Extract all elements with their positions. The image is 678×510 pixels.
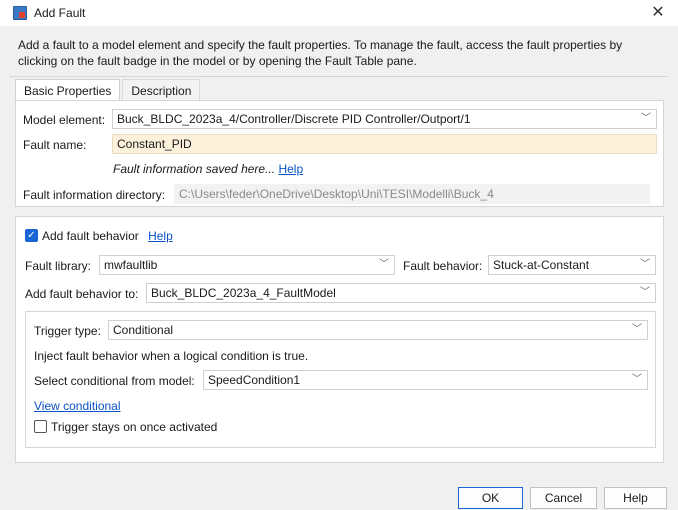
behavior-help-link[interactable]: Help [148, 229, 173, 243]
trigger-panel: Trigger type: Conditional ﹀ Inject fault… [25, 311, 656, 448]
tab-bar: Basic Properties Description [15, 79, 201, 101]
basic-properties-panel: Model element: Buck_BLDC_2023a_4/Control… [15, 100, 664, 207]
model-element-value: Buck_BLDC_2023a_4/Controller/Discrete PI… [117, 112, 471, 126]
trigger-stays-on-checkbox[interactable] [34, 420, 47, 433]
model-element-label: Model element: [23, 113, 106, 127]
chevron-down-icon: ﹀ [379, 259, 389, 270]
add-behavior-to-dropdown[interactable]: Buck_BLDC_2023a_4_FaultModel ﹀ [146, 283, 656, 303]
add-fault-behavior-label: Add fault behavior [42, 229, 139, 243]
tab-description[interactable]: Description [122, 79, 201, 101]
fault-behavior-label: Fault behavior: [403, 259, 483, 273]
add-behavior-to-label: Add fault behavior to: [25, 287, 139, 301]
cancel-button[interactable]: Cancel [530, 487, 597, 509]
fault-behavior-panel: ✓ Add fault behavior Help Fault library:… [15, 216, 664, 463]
inject-fault-text: Inject fault behavior when a logical con… [34, 349, 309, 363]
fault-behavior-value: Stuck-at-Constant [493, 258, 590, 272]
fault-name-label: Fault name: [23, 138, 87, 152]
fault-info-saved-row: Fault information saved here... Help [113, 162, 303, 176]
help-link[interactable]: Help [278, 162, 303, 176]
trigger-type-label: Trigger type: [34, 324, 101, 338]
help-button[interactable]: Help [604, 487, 667, 509]
chevron-down-icon: ﹀ [640, 259, 650, 270]
window-title: Add Fault [34, 6, 86, 20]
divider [10, 76, 667, 77]
model-element-dropdown[interactable]: Buck_BLDC_2023a_4/Controller/Discrete PI… [112, 109, 657, 129]
fault-info-dir-label: Fault information directory: [23, 188, 166, 202]
tab-basic-properties[interactable]: Basic Properties [15, 79, 121, 101]
fault-info-dir-field: C:\Users\feder\OneDrive\Desktop\Uni\TESI… [174, 184, 650, 204]
fault-library-dropdown[interactable]: mwfaultlib ﹀ [99, 255, 395, 275]
chevron-down-icon: ﹀ [632, 374, 642, 385]
chevron-down-icon: ﹀ [640, 287, 650, 298]
view-conditional-link[interactable]: View conditional [34, 399, 121, 413]
fault-name-input[interactable]: Constant_PID [112, 134, 657, 154]
add-fault-behavior-checkbox[interactable]: ✓ [25, 229, 38, 242]
select-conditional-value: SpeedCondition1 [208, 373, 301, 387]
dialog-description: Add a fault to a model element and speci… [18, 38, 623, 68]
close-icon[interactable]: ✕ [648, 3, 668, 23]
trigger-type-value: Conditional [113, 323, 174, 337]
select-conditional-dropdown[interactable]: SpeedCondition1 ﹀ [203, 370, 648, 390]
fault-info-saved-text: Fault information saved here... [113, 162, 276, 176]
fault-library-value: mwfaultlib [104, 258, 158, 272]
matlab-app-icon [13, 6, 27, 20]
select-conditional-label: Select conditional from model: [34, 374, 195, 388]
chevron-down-icon: ﹀ [632, 324, 642, 335]
trigger-stays-on-label: Trigger stays on once activated [51, 420, 218, 434]
dialog-body: Add a fault to a model element and speci… [0, 26, 678, 510]
fault-behavior-dropdown[interactable]: Stuck-at-Constant ﹀ [488, 255, 656, 275]
ok-button[interactable]: OK [458, 487, 523, 509]
add-behavior-to-value: Buck_BLDC_2023a_4_FaultModel [151, 286, 336, 300]
add-fault-behavior-row: Add fault behavior Help [42, 229, 173, 243]
chevron-down-icon: ﹀ [641, 113, 651, 124]
title-bar: Add Fault ✕ [0, 0, 678, 26]
fault-library-label: Fault library: [25, 259, 92, 273]
trigger-type-dropdown[interactable]: Conditional ﹀ [108, 320, 648, 340]
